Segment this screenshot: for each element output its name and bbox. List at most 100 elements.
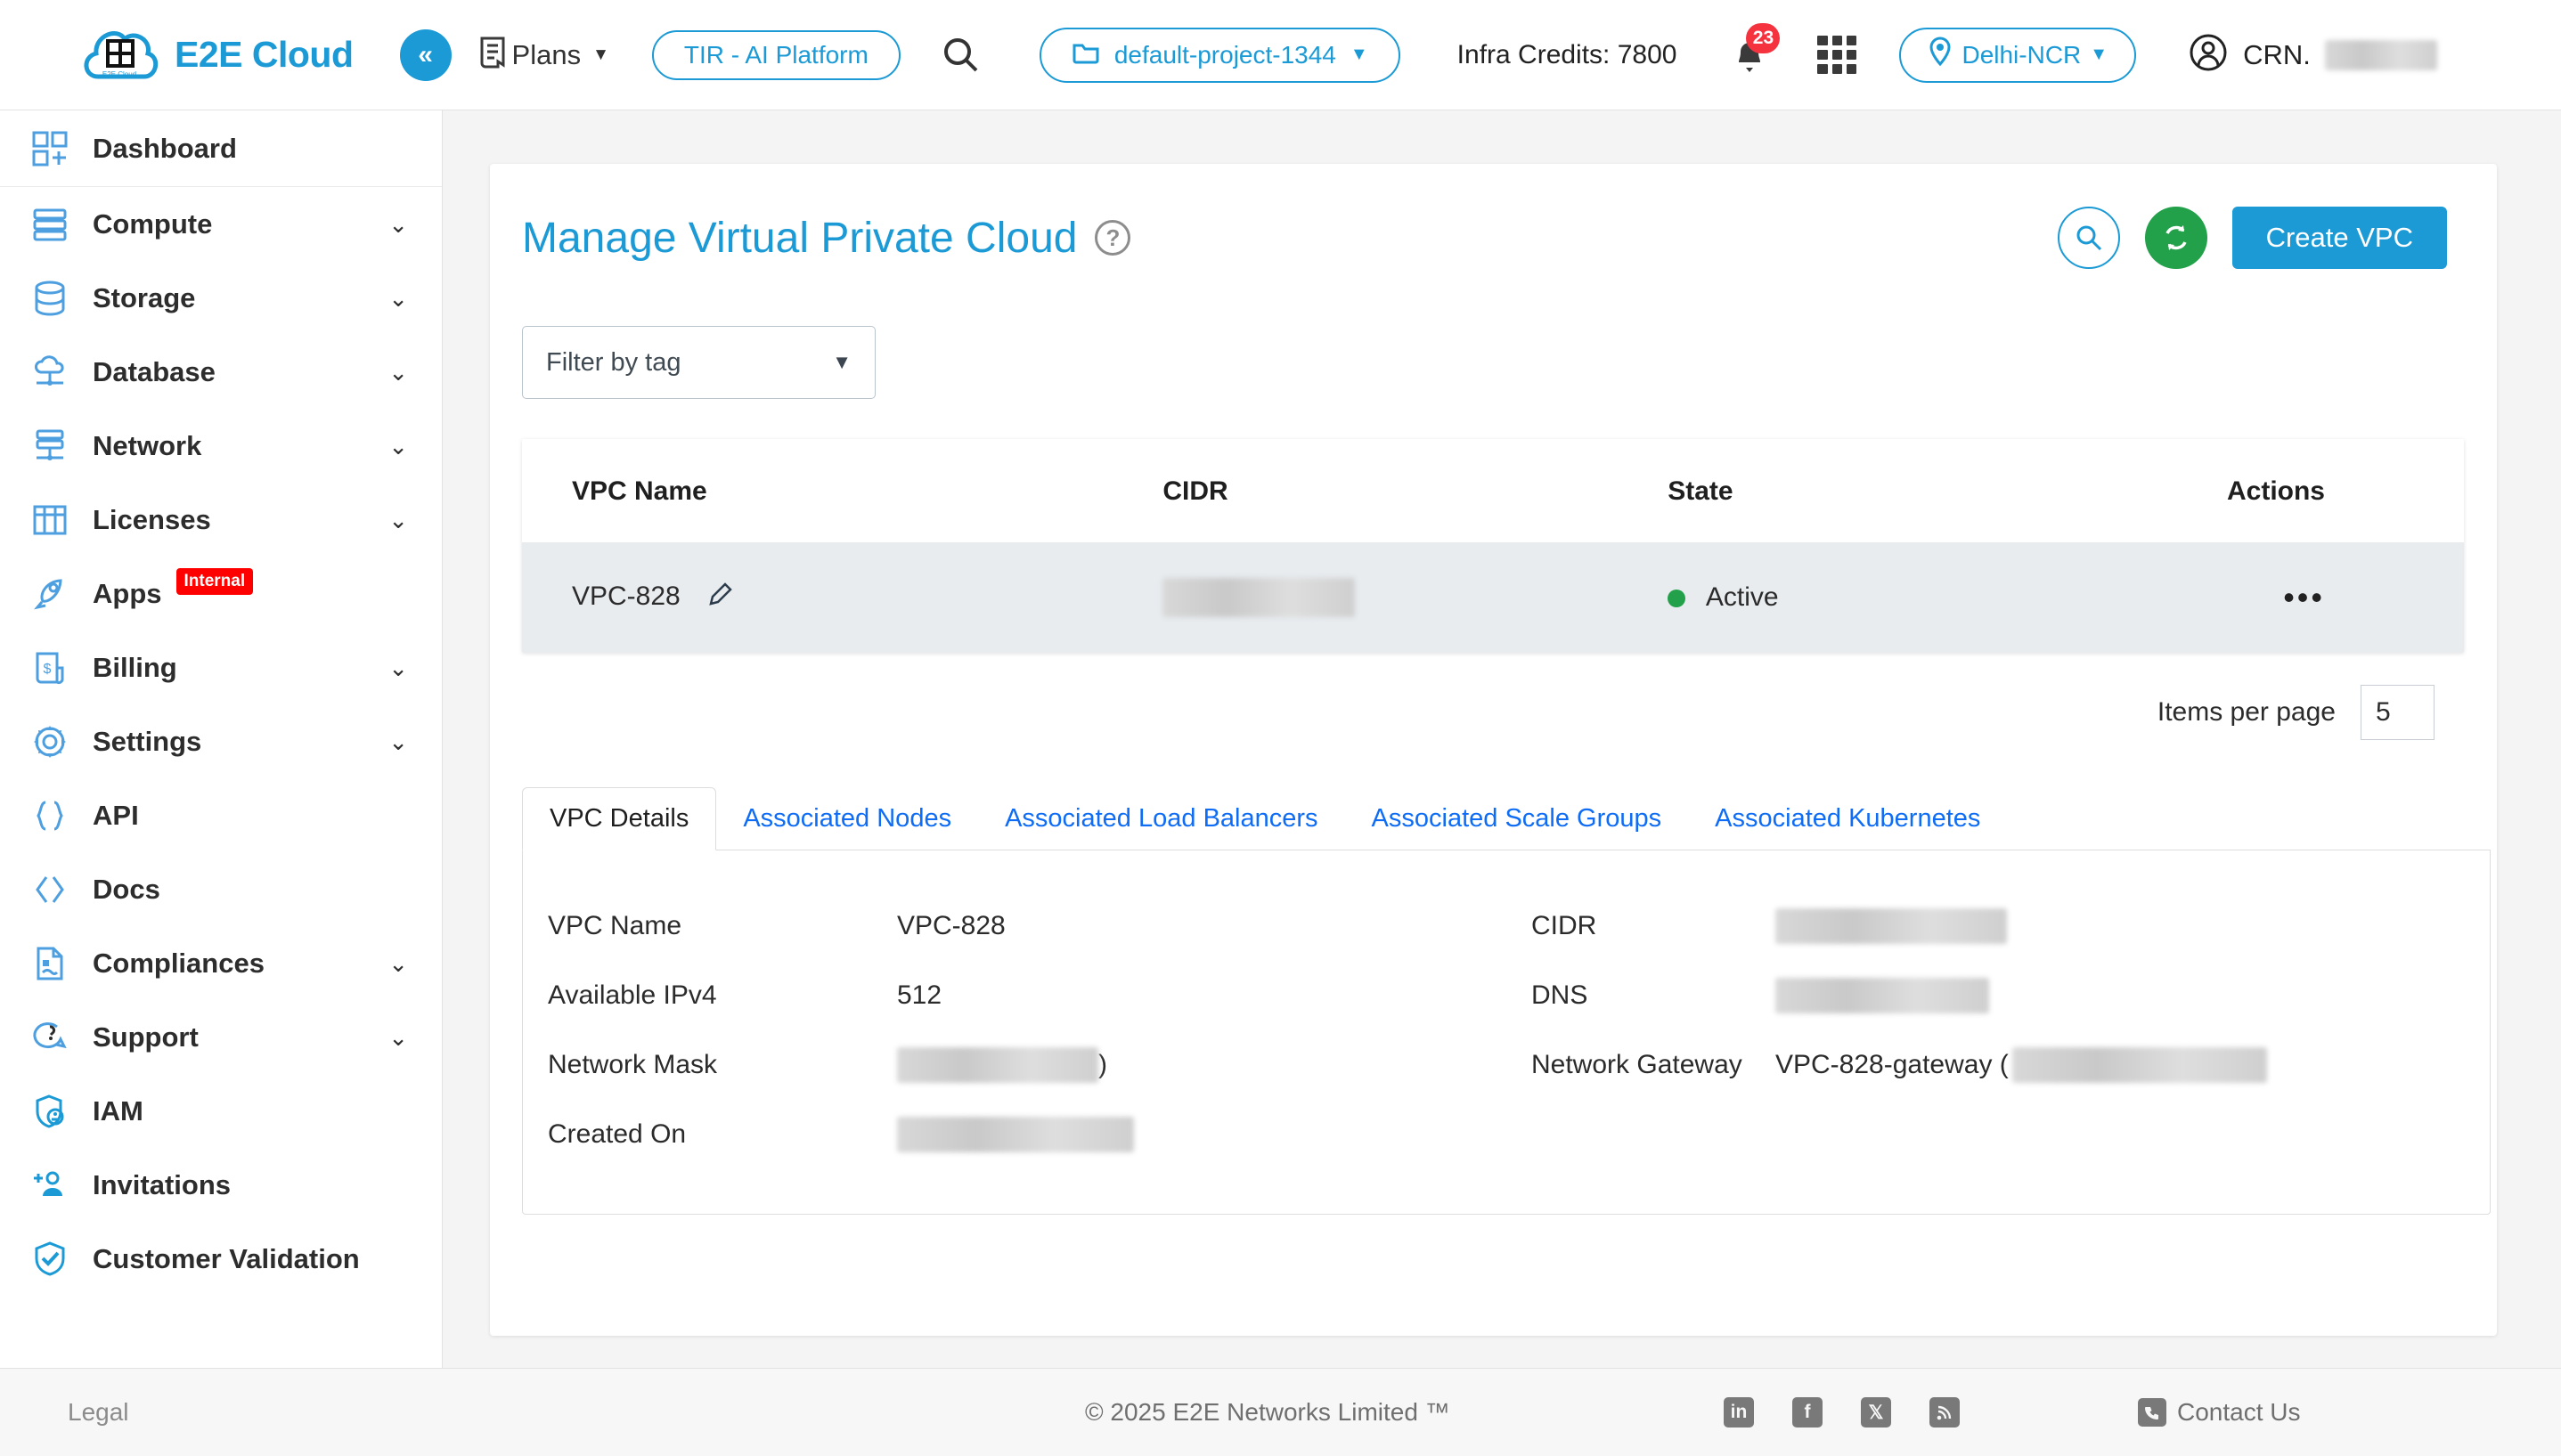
detail-value-dns xyxy=(1775,961,2267,1030)
shield-user-icon xyxy=(27,1088,73,1135)
tab-vpc-details[interactable]: VPC Details xyxy=(522,787,717,850)
license-icon xyxy=(27,497,73,543)
table-row[interactable]: VPC-828 Active ••• xyxy=(522,542,2464,653)
tab-associated-load-balancers[interactable]: Associated Load Balancers xyxy=(978,804,1344,850)
sidebar-item-licenses[interactable]: Licenses ⌄ xyxy=(0,483,442,557)
detail-label: Network Mask xyxy=(548,1050,718,1079)
vpc-name-value: VPC-828 xyxy=(572,581,681,611)
detail-value-cidr xyxy=(1775,891,2267,961)
global-search-icon[interactable] xyxy=(938,32,984,78)
redacted-gateway-ip xyxy=(2011,1047,2267,1083)
sidebar-item-apps[interactable]: Apps Internal xyxy=(0,557,442,630)
support-icon xyxy=(27,1014,73,1061)
cloud-db-icon xyxy=(27,349,73,395)
chevron-down-icon: ▼ xyxy=(1350,45,1368,64)
legal-link[interactable]: Legal xyxy=(68,1398,129,1427)
grid-cell xyxy=(1847,64,1857,75)
refresh-button[interactable] xyxy=(2144,207,2207,269)
sidebar-item-support[interactable]: Support ⌄ xyxy=(0,1000,442,1074)
plans-label: Plans xyxy=(511,38,582,70)
vpc-details-panel: VPC Name Available IPv4 Network Mask Cre… xyxy=(522,850,2491,1215)
brand-name: E2E Cloud xyxy=(175,34,354,75)
cell-cidr xyxy=(1162,542,1668,653)
x-icon[interactable]: 𝕏 xyxy=(1861,1397,1891,1428)
chevron-down-icon: ⌄ xyxy=(388,210,408,238)
create-vpc-button[interactable]: Create VPC xyxy=(2231,207,2447,269)
rss-icon[interactable] xyxy=(1929,1397,1960,1428)
sidebar-item-label: Billing xyxy=(93,651,177,683)
sidebar-item-label: Dashboard xyxy=(93,132,237,164)
social-links: in f 𝕏 xyxy=(1724,1397,1960,1428)
status-dot-icon xyxy=(1668,590,1686,608)
items-per-page-input[interactable]: 5 xyxy=(2361,685,2435,740)
sidebar-item-label: Customer Validation xyxy=(93,1242,360,1274)
brand[interactable]: E2E Cloud E2E Cloud xyxy=(78,18,354,93)
grid-cell xyxy=(1847,35,1857,45)
redacted-created-on xyxy=(897,1117,1134,1152)
linkedin-icon[interactable]: in xyxy=(1724,1397,1754,1428)
chevron-down-icon: ⌄ xyxy=(388,949,408,977)
sidebar-item-iam[interactable]: IAM xyxy=(0,1074,442,1148)
row-actions-menu[interactable]: ••• xyxy=(2283,579,2325,615)
sidebar-item-billing[interactable]: $ Billing ⌄ xyxy=(0,630,442,704)
sidebar-item-settings[interactable]: Settings ⌄ xyxy=(0,704,442,778)
notifications-button[interactable]: 23 xyxy=(1728,22,1781,80)
receipt-icon xyxy=(478,33,512,77)
tir-ai-platform-button[interactable]: TIR - AI Platform xyxy=(651,29,901,80)
project-label: default-project-1344 xyxy=(1113,40,1336,69)
tab-associated-scale-groups[interactable]: Associated Scale Groups xyxy=(1345,804,1689,850)
sidebar-item-customer-validation[interactable]: Customer Validation xyxy=(0,1222,442,1296)
sidebar-item-label: Docs xyxy=(93,873,160,905)
tab-associated-kubernetes[interactable]: Associated Kubernetes xyxy=(1688,804,2007,850)
project-selector[interactable]: default-project-1344 ▼ xyxy=(1039,27,1400,83)
sidebar-item-network[interactable]: Network ⌄ xyxy=(0,409,442,483)
server-icon xyxy=(27,201,73,248)
search-vpc-button[interactable] xyxy=(2057,207,2120,269)
region-label: Delhi-NCR xyxy=(1962,40,2082,69)
sidebar-item-label: Support xyxy=(93,1021,199,1053)
sidebar-item-dashboard[interactable]: Dashboard xyxy=(0,110,442,187)
contact-us-link[interactable]: Contact Us xyxy=(2138,1398,2301,1427)
edit-pencil-icon[interactable] xyxy=(707,582,734,614)
sidebar-item-docs[interactable]: Docs xyxy=(0,852,442,926)
chevron-down-icon: ⌄ xyxy=(388,654,408,681)
column-header-actions: Actions xyxy=(2133,439,2464,542)
redacted-dns xyxy=(1775,978,1989,1013)
add-user-icon xyxy=(27,1162,73,1208)
filter-by-tag-select[interactable]: Filter by tag ▼ xyxy=(522,326,876,399)
sidebar-item-database[interactable]: Database ⌄ xyxy=(0,335,442,409)
database-icon xyxy=(27,275,73,321)
contact-us-label: Contact Us xyxy=(2177,1398,2301,1426)
sidebar-collapse-button[interactable]: « xyxy=(399,28,452,81)
chevron-down-icon: ▼ xyxy=(592,45,609,64)
details-right-column: CIDR DNS Network Gateway VPC-828-gateway… xyxy=(1506,891,2490,1169)
apps-grid-icon[interactable] xyxy=(1817,35,1857,75)
sidebar-item-label: Network xyxy=(93,429,202,461)
chevron-down-icon: ⌄ xyxy=(388,432,408,460)
chevron-down-icon: ⌄ xyxy=(388,506,408,533)
copyright-text: © 2025 E2E Networks Limited ™ xyxy=(1085,1398,1450,1426)
sidebar-item-invitations[interactable]: Invitations xyxy=(0,1148,442,1222)
top-bar: E2E Cloud E2E Cloud « Plans ▼ TIR - AI P… xyxy=(0,0,2561,110)
plans-menu[interactable]: Plans ▼ xyxy=(478,33,609,77)
user-menu[interactable]: CRN. xyxy=(2188,32,2437,77)
user-avatar-icon xyxy=(2188,32,2229,77)
tab-associated-nodes[interactable]: Associated Nodes xyxy=(716,804,978,850)
infra-credits: Infra Credits: 7800 xyxy=(1456,39,1677,69)
region-selector[interactable]: Delhi-NCR ▼ xyxy=(1899,27,2137,83)
page-title: Manage Virtual Private Cloud xyxy=(522,214,1078,262)
column-header-state: State xyxy=(1668,439,2134,542)
sidebar-item-storage[interactable]: Storage ⌄ xyxy=(0,261,442,335)
phone-icon xyxy=(2138,1398,2166,1427)
help-icon[interactable]: ? xyxy=(1095,220,1131,256)
svg-text:E2E Cloud: E2E Cloud xyxy=(102,70,136,78)
sidebar-item-label: Settings xyxy=(93,725,202,757)
location-pin-icon xyxy=(1928,37,1953,73)
facebook-icon[interactable]: f xyxy=(1792,1397,1823,1428)
detail-label: Created On xyxy=(548,1119,687,1149)
sidebar-item-label: Invitations xyxy=(93,1168,232,1200)
sidebar-item-api[interactable]: API xyxy=(0,778,442,852)
sidebar-item-compliances[interactable]: Compliances ⌄ xyxy=(0,926,442,1000)
status-badge: Active xyxy=(1705,582,1779,612)
sidebar-item-compute[interactable]: Compute ⌄ xyxy=(0,187,442,261)
